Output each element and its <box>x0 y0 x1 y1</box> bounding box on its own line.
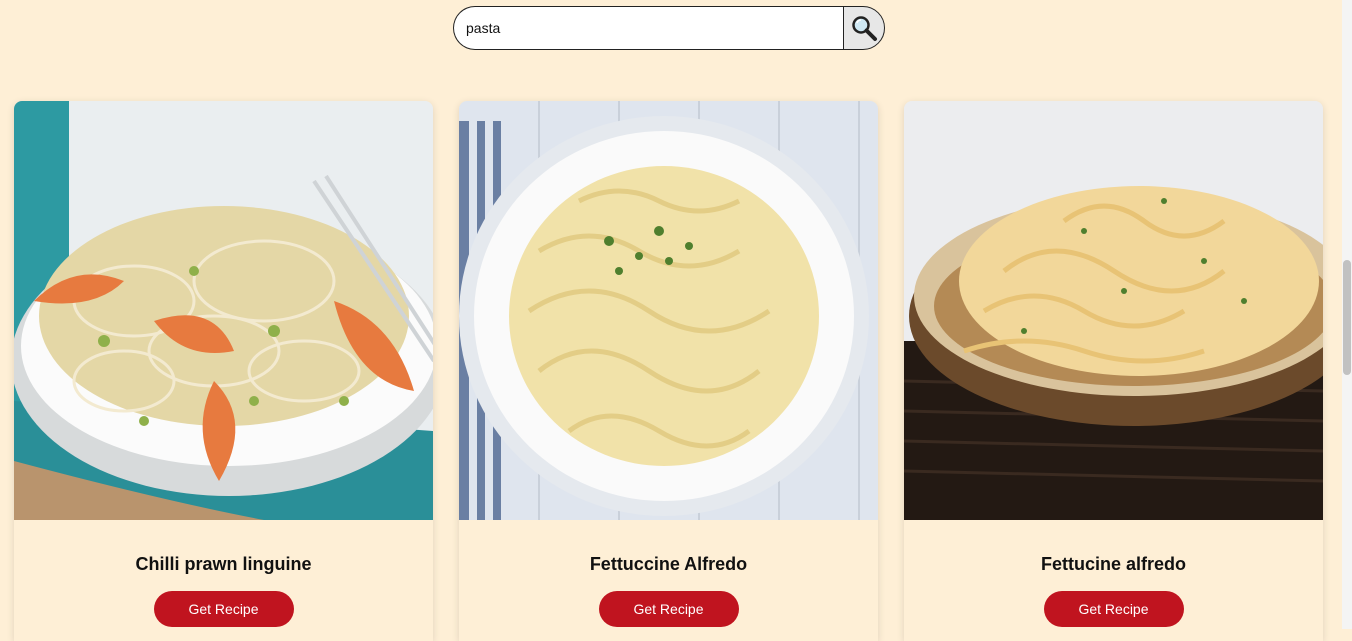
search-input[interactable] <box>453 6 843 50</box>
recipe-card: Fettucine alfredo Get Recipe <box>904 101 1323 641</box>
get-recipe-button[interactable]: Get Recipe <box>1043 591 1184 627</box>
scrollbar[interactable] <box>1342 0 1352 629</box>
get-recipe-button[interactable]: Get Recipe <box>153 591 294 627</box>
get-recipe-button[interactable]: Get Recipe <box>598 591 739 627</box>
recipe-card: Chilli prawn linguine Get Recipe <box>14 101 433 641</box>
magnifying-glass-icon <box>852 16 877 41</box>
recipe-card: Fettuccine Alfredo Get Recipe <box>459 101 878 641</box>
recipe-image <box>14 101 433 520</box>
recipe-grid: Chilli prawn linguine Get Recipe Fettucc… <box>14 101 1323 641</box>
recipe-image <box>904 101 1323 520</box>
recipe-title: Fettuccine Alfredo <box>589 554 748 574</box>
recipe-title: Fettucine alfredo <box>1040 554 1187 574</box>
scrollbar-thumb[interactable] <box>1343 260 1351 375</box>
search-bar <box>453 6 885 50</box>
recipe-title: Chilli prawn linguine <box>135 554 312 574</box>
recipe-image <box>459 101 878 520</box>
search-button[interactable] <box>843 6 885 50</box>
